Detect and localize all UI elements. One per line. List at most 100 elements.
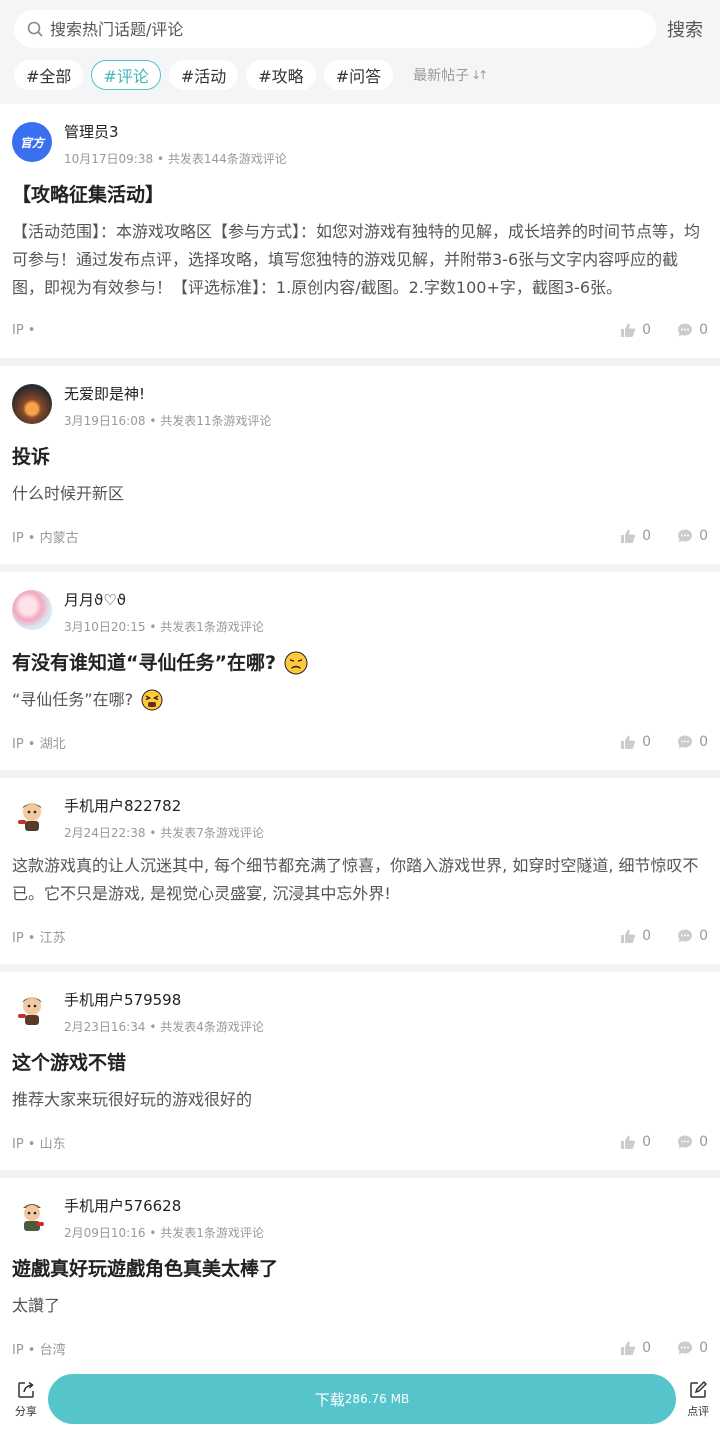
comment-button[interactable]: 0 <box>677 528 708 544</box>
avatar[interactable] <box>12 590 52 630</box>
post-title[interactable]: 有没有谁知道“寻仙任务”在哪? <box>12 646 708 680</box>
post-body[interactable]: 这款游戏真的让人沉迷其中, 每个细节都充满了惊喜，你踏入游戏世界, 如穿时空隧道… <box>12 852 708 908</box>
post-header: 手机用户822782 2月24日22:38 • 共发表7条游戏评论 <box>12 792 708 844</box>
post-meta: 2月24日22:38 • 共发表7条游戏评论 <box>64 826 264 840</box>
download-button[interactable]: 下载 286.76 MB <box>47 1374 677 1424</box>
ip-location: IP • 台湾 <box>12 1342 66 1358</box>
comment-count: 0 <box>699 528 708 544</box>
comment-button[interactable]: 0 <box>677 322 708 338</box>
thumbs-up-icon <box>621 323 636 337</box>
thumbs-up-icon <box>621 529 636 543</box>
avatar[interactable] <box>12 796 52 836</box>
comment-button[interactable]: 0 <box>677 928 708 944</box>
user-name[interactable]: 手机用户822782 <box>64 795 264 816</box>
post-footer: IP • 湖北 0 0 <box>12 714 708 770</box>
share-icon <box>16 1379 36 1401</box>
thumbs-up-icon <box>621 929 636 943</box>
post-time: 2月09日10:16 <box>64 1226 146 1240</box>
post-meta: 2月23日16:34 • 共发表4条游戏评论 <box>64 1020 264 1034</box>
post-header: 月月ϑ♡ϑ 3月10日20:15 • 共发表1条游戏评论 <box>12 586 708 638</box>
sort-arrows-icon: ↓↑ <box>471 68 488 82</box>
comment-button[interactable]: 0 <box>677 1340 708 1356</box>
sort-dropdown[interactable]: 最新帖子 ↓↑ <box>413 65 488 85</box>
like-button[interactable]: 0 <box>620 1134 651 1150</box>
user-name[interactable]: 月月ϑ♡ϑ <box>64 589 264 610</box>
tab-all[interactable]: #全部 <box>14 60 84 90</box>
post-header: 手机用户579598 2月23日16:34 • 共发表4条游戏评论 <box>12 986 708 1038</box>
post-title-text: 有没有谁知道“寻仙任务”在哪? <box>12 652 276 674</box>
comment-icon <box>678 1135 693 1149</box>
avatar[interactable] <box>12 1196 52 1236</box>
like-button[interactable]: 0 <box>620 322 651 338</box>
post-card[interactable]: 月月ϑ♡ϑ 3月10日20:15 • 共发表1条游戏评论 有没有谁知道“寻仙任务… <box>0 572 720 770</box>
like-button[interactable]: 0 <box>620 734 651 750</box>
post-count: 共发表7条游戏评论 <box>160 826 264 840</box>
post-footer: IP • 内蒙古 0 0 <box>12 508 708 564</box>
post-body[interactable]: “寻仙任务”在哪? <box>12 686 708 714</box>
post-card[interactable]: 官方 管理员3 10月17日09:38 • 共发表144条游戏评论 【攻略征集活… <box>0 104 720 358</box>
post-time: 2月24日22:38 <box>64 826 146 840</box>
like-count: 0 <box>642 1134 652 1150</box>
tab-comments[interactable]: #评论 <box>91 60 161 90</box>
user-name[interactable]: 管理员3 <box>64 121 287 142</box>
like-count: 0 <box>642 322 652 338</box>
post-time: 10月17日09:38 <box>64 152 154 166</box>
like-button[interactable]: 0 <box>620 528 651 544</box>
post-title[interactable]: 【攻略征集活动】 <box>12 178 708 212</box>
post-header: 无爱即是神! 3月19日16:08 • 共发表11条游戏评论 <box>12 380 708 432</box>
user-name[interactable]: 手机用户576628 <box>64 1195 264 1216</box>
avatar[interactable] <box>12 384 52 424</box>
post-card[interactable]: 手机用户576628 2月09日10:16 • 共发表1条游戏评论 遊戲真好玩遊… <box>0 1178 720 1376</box>
post-body[interactable]: 什么时候开新区 <box>12 480 708 508</box>
like-button[interactable]: 0 <box>620 928 651 944</box>
comment-button[interactable]: 0 <box>677 734 708 750</box>
post-body-text: “寻仙任务”在哪? <box>12 690 134 709</box>
avatar[interactable] <box>12 990 52 1030</box>
post-meta: 3月10日20:15 • 共发表1条游戏评论 <box>64 620 264 634</box>
post-card[interactable]: 手机用户579598 2月23日16:34 • 共发表4条游戏评论 这个游戏不错… <box>0 972 720 1170</box>
avatar[interactable]: 官方 <box>12 122 52 162</box>
thumbs-up-icon <box>621 735 636 749</box>
post-title[interactable]: 这个游戏不错 <box>12 1046 708 1080</box>
like-count: 0 <box>642 528 652 544</box>
post-count: 共发表1条游戏评论 <box>160 620 264 634</box>
post-body[interactable]: 太讚了 <box>12 1292 708 1320</box>
post-card[interactable]: 手机用户822782 2月24日22:38 • 共发表7条游戏评论 这款游戏真的… <box>0 778 720 964</box>
search-box[interactable] <box>14 10 656 48</box>
ip-location: IP • 山东 <box>12 1136 66 1152</box>
post-header: 手机用户576628 2月09日10:16 • 共发表1条游戏评论 <box>12 1192 708 1244</box>
post-footer: IP • 台湾 0 0 <box>12 1320 708 1376</box>
post-footer: IP • 0 0 <box>12 302 708 358</box>
post-body[interactable]: 【活动范围】：本游戏攻略区【参与方式】：如您对游戏有独特的见解，成长培养的时间节… <box>12 218 708 302</box>
like-count: 0 <box>642 734 652 750</box>
comment-icon <box>678 735 693 749</box>
sort-label: 最新帖子 <box>413 68 470 84</box>
comment-button[interactable]: 0 <box>677 1134 708 1150</box>
comment-icon <box>678 323 693 337</box>
post-meta: 2月09日10:16 • 共发表1条游戏评论 <box>64 1226 264 1240</box>
search-input[interactable] <box>50 19 610 39</box>
post-title[interactable]: 投诉 <box>12 440 708 474</box>
user-name[interactable]: 无爱即是神! <box>64 383 272 404</box>
comment-count: 0 <box>699 928 708 944</box>
tab-events[interactable]: #活动 <box>168 60 239 90</box>
tab-guides[interactable]: #攻略 <box>246 60 316 90</box>
ip-location: IP • 内蒙古 <box>12 530 79 546</box>
post-title[interactable]: 遊戲真好玩遊戲角色真美太棒了 <box>12 1252 708 1286</box>
share-button[interactable]: 分享 <box>4 1379 48 1419</box>
post-body[interactable]: 推荐大家来玩很好玩的游戏很好的 <box>12 1086 708 1114</box>
like-button[interactable]: 0 <box>620 1340 651 1356</box>
search-button[interactable]: 搜索 <box>667 16 703 42</box>
review-button[interactable]: 点评 <box>676 1379 720 1419</box>
cartoon-avatar-icon <box>23 1204 44 1231</box>
thumbs-up-icon <box>621 1341 636 1355</box>
post-card[interactable]: 无爱即是神! 3月19日16:08 • 共发表11条游戏评论 投诉 什么时候开新… <box>0 366 720 564</box>
disappointed-face-icon <box>284 651 308 675</box>
bottom-bar: 分享 下载 286.76 MB 点评 <box>0 1369 720 1429</box>
post-list: 官方 管理员3 10月17日09:38 • 共发表144条游戏评论 【攻略征集活… <box>0 104 720 1376</box>
user-name[interactable]: 手机用户579598 <box>64 989 264 1010</box>
post-count: 共发表144条游戏评论 <box>167 152 287 166</box>
download-label: 下载 <box>314 1390 345 1409</box>
tab-qa[interactable]: #问答 <box>323 60 394 90</box>
cartoon-avatar-icon <box>18 997 42 1025</box>
